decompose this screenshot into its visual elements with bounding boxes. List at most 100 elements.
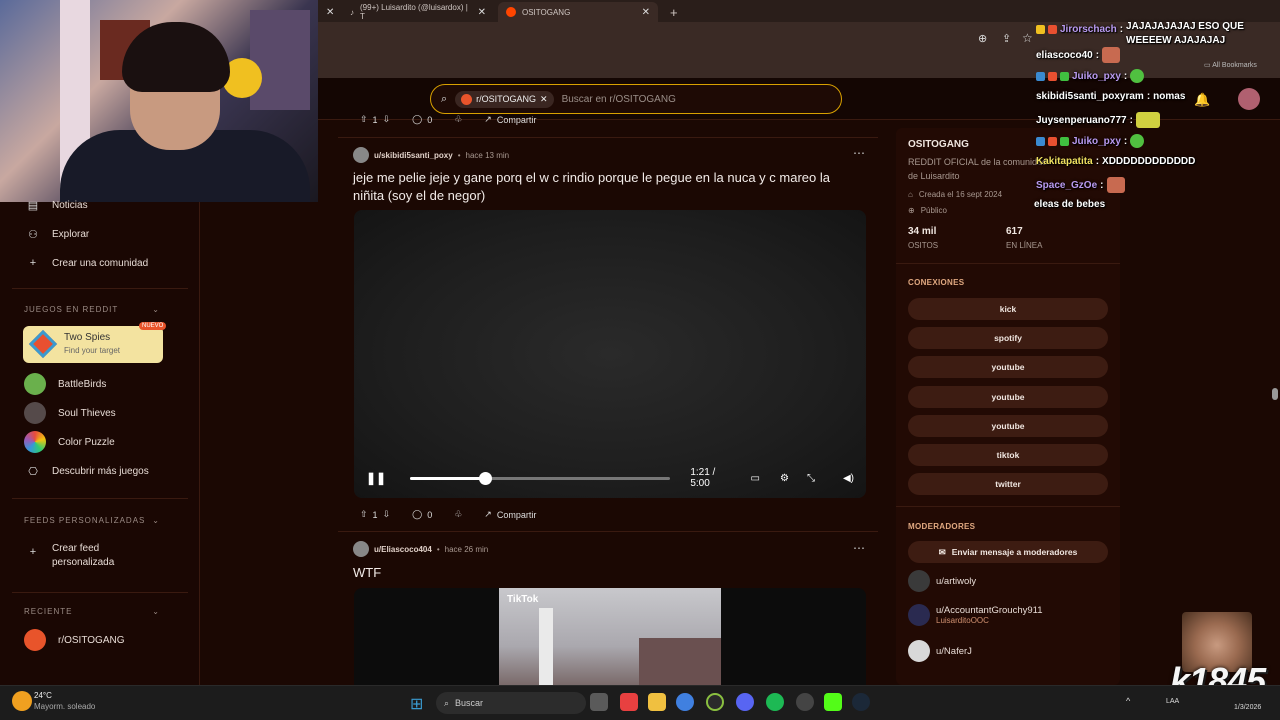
feeds-section-header[interactable]: FEEDS PERSONALIZADAS ⌄ <box>24 516 160 525</box>
new-tab-button[interactable]: + <box>662 2 684 22</box>
game-color-puzzle[interactable]: Color Puzzle <box>24 431 115 453</box>
discover-games[interactable]: ⎔ Descubrir más juegos <box>26 465 149 478</box>
recent-ositogang[interactable]: r/OSITOGANG <box>24 629 125 651</box>
badge-icon <box>1036 24 1045 34</box>
avatar <box>908 570 930 592</box>
close-icon[interactable]: ✕ <box>478 7 486 18</box>
pause-icon[interactable]: ❚❚ <box>366 471 386 485</box>
game-soul-thieves[interactable]: Soul Thieves <box>24 402 116 424</box>
moderator-item[interactable]: u/artiwoly <box>908 570 976 592</box>
moderator-item[interactable]: u/AccountantGrouchy911 LuisarditoOOC <box>908 604 1043 626</box>
upvote-icon[interactable]: ⇧ <box>360 509 368 520</box>
notifications-icon[interactable]: 🔔 <box>1194 92 1210 108</box>
subreddit-chip[interactable]: r/OSITOGANG ✕ <box>455 90 554 108</box>
user-avatar[interactable] <box>353 541 369 557</box>
post2-media[interactable]: TikTok <box>354 588 866 685</box>
online-count: 617 <box>1006 226 1023 237</box>
share-button[interactable]: ↗ Compartir <box>484 509 536 520</box>
tab-ositogang[interactable]: OSITOGANG ✕ <box>498 2 658 22</box>
message-mods-button[interactable]: ✉ Enviar mensaje a moderadores <box>908 541 1108 563</box>
scrollbar-thumb[interactable] <box>1272 388 1278 400</box>
recent-section-header[interactable]: RECIENTE ⌄ <box>24 607 160 616</box>
user-avatar[interactable] <box>1238 88 1260 110</box>
vote-control[interactable]: ⇧ 1 ⇩ <box>360 114 390 125</box>
xbox-icon[interactable] <box>706 693 724 711</box>
weather-icon[interactable] <box>12 691 32 711</box>
fullscreen-icon[interactable]: ⤡ <box>807 473 815 484</box>
game-battlebirds[interactable]: BattleBirds <box>24 373 106 395</box>
taskbar-search[interactable]: ⌕ Buscar <box>436 692 586 714</box>
moderator-item[interactable]: u/NaferJ <box>908 640 972 662</box>
new-badge: NUEVO <box>139 322 167 330</box>
badge-icon <box>1048 24 1057 34</box>
more-options-icon[interactable]: ⋯ <box>853 541 865 555</box>
connection-tiktok[interactable]: tiktok <box>908 444 1108 466</box>
all-bookmarks[interactable]: ▭ All Bookmarks <box>1204 61 1257 69</box>
chat-message: Juysenperuano777 : <box>1036 112 1160 128</box>
share-icon: ↗ <box>484 114 492 124</box>
downvote-icon[interactable]: ⇩ <box>383 509 391 520</box>
comments-button[interactable]: ◯ 0 <box>412 114 432 125</box>
chrome-icon[interactable] <box>676 693 694 711</box>
game-two-spies[interactable]: Two Spies Find your target NUEVO <box>23 322 167 363</box>
connection-spotify[interactable]: spotify <box>908 327 1108 349</box>
share-button[interactable]: ↗ Compartir <box>484 114 536 125</box>
chat-message: Juiko_pxy : <box>1036 134 1145 148</box>
captions-icon[interactable]: ▭ <box>751 473 760 484</box>
spotify-icon[interactable] <box>766 693 784 711</box>
post1-title[interactable]: jeje me pelie jeje y gane porq el w c ri… <box>353 169 863 205</box>
upvote-icon[interactable]: ⇧ <box>360 114 368 125</box>
comments-button[interactable]: ◯ 0 <box>412 509 432 520</box>
subreddit-icon <box>461 93 473 105</box>
post-divider <box>338 531 878 532</box>
chip-close-icon[interactable]: ✕ <box>540 94 548 105</box>
close-icon[interactable]: ✕ <box>642 7 650 18</box>
chat-message: Jirorschach: JAJAJAJAJAJ ESO QUE WEEEEW … <box>1036 10 1280 48</box>
windows-start-icon[interactable]: ⊞ <box>410 694 423 714</box>
volume-icon[interactable]: ◀) <box>843 473 854 484</box>
user-avatar[interactable] <box>353 147 369 163</box>
video-seek-bar[interactable] <box>410 471 671 485</box>
connection-youtube[interactable]: youtube <box>908 386 1108 408</box>
settings-gear-icon[interactable]: ⚙ <box>780 473 789 484</box>
create-feed[interactable]: + Crear feed personalizada <box>26 542 132 570</box>
share-icon[interactable]: ⇪ <box>1002 32 1011 45</box>
nav-noticias[interactable]: ▤ Noticias <box>26 199 88 212</box>
games-section-header[interactable]: JUEGOS EN REDDIT ⌄ <box>24 305 160 314</box>
search-input[interactable]: Buscar en r/OSITOGANG <box>562 94 676 105</box>
downvote-icon[interactable]: ⇩ <box>383 114 391 125</box>
comment-icon: ◯ <box>412 114 423 124</box>
search-bar[interactable]: ⌕ r/OSITOGANG ✕ Buscar en r/OSITOGANG <box>430 84 842 114</box>
connection-twitter[interactable]: twitter <box>908 473 1108 495</box>
award-button[interactable]: ♧ <box>454 114 462 125</box>
bookmark-star-icon[interactable]: ☆ <box>1022 31 1033 45</box>
more-options-icon[interactable]: ⋯ <box>853 146 865 160</box>
obs-icon[interactable] <box>796 693 814 711</box>
badge-icon <box>1060 136 1069 146</box>
taskview-icon[interactable] <box>590 693 608 711</box>
tab-close-icon[interactable]: ✕ <box>318 2 338 22</box>
award-icon: ♧ <box>454 509 463 519</box>
video-player[interactable]: ❚❚ 1:21 / 5:00 ▭ ⚙ ⤡ ◀) <box>354 210 866 498</box>
steam-icon[interactable] <box>852 693 870 711</box>
soul-thieves-icon <box>24 402 46 424</box>
nav-explorar[interactable]: ⚇ Explorar <box>26 228 89 241</box>
kick-icon[interactable] <box>824 693 842 711</box>
tab-twitter[interactable]: ♪ (99+) Luisardito (@luisardox) | T ✕ <box>342 2 494 22</box>
connection-youtube[interactable]: youtube <box>908 415 1108 437</box>
chevron-up-icon[interactable]: ^ <box>1126 696 1130 706</box>
connection-youtube[interactable]: youtube <box>908 356 1108 378</box>
file-explorer-icon[interactable] <box>648 693 666 711</box>
nav-crear-comunidad[interactable]: + Crear una comunidad <box>26 257 148 269</box>
app-icon[interactable] <box>620 693 638 711</box>
award-button[interactable]: ♧ <box>454 509 462 520</box>
connection-kick[interactable]: kick <box>908 298 1108 320</box>
zoom-icon[interactable]: ⊕ <box>978 32 987 45</box>
post1-meta: u/skibidi5santi_poxy • hace 13 min <box>353 147 509 163</box>
seek-handle[interactable] <box>479 471 493 485</box>
discord-icon[interactable] <box>736 693 754 711</box>
badge-icon <box>1036 136 1045 146</box>
post2-title[interactable]: WTF <box>353 564 381 582</box>
vote-control[interactable]: ⇧ 1 ⇩ <box>360 509 390 520</box>
video-time: 1:21 / 5:00 <box>690 467 716 489</box>
